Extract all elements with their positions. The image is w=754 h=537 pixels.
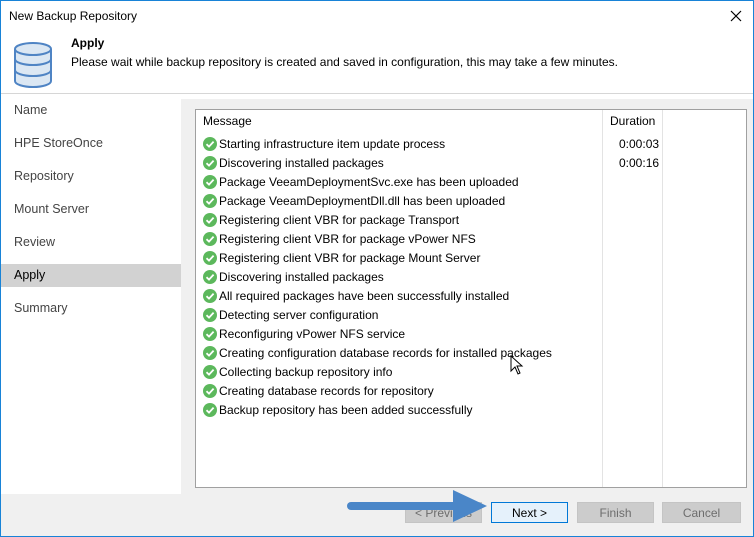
mouse-cursor-icon [510, 355, 524, 375]
success-check-icon [203, 137, 217, 151]
row-message: Creating configuration database records … [219, 346, 552, 360]
success-check-icon [203, 308, 217, 322]
row-message: Detecting server configuration [219, 308, 379, 322]
step-title: Apply [71, 36, 105, 50]
column-header-message[interactable]: Message [203, 110, 252, 132]
finish-button[interactable]: Finish [577, 502, 654, 523]
success-check-icon [203, 289, 217, 303]
table-row[interactable]: All required packages have been successf… [196, 287, 746, 306]
step-review[interactable]: Review [1, 231, 181, 254]
table-row[interactable]: Reconfiguring vPower NFS service [196, 325, 746, 344]
success-check-icon [203, 270, 217, 284]
success-check-icon [203, 365, 217, 379]
step-repository[interactable]: Repository [1, 165, 181, 188]
table-row[interactable]: Collecting backup repository info [196, 363, 746, 382]
next-button[interactable]: Next > [491, 502, 568, 523]
table-row[interactable]: Creating configuration database records … [196, 344, 746, 363]
success-check-icon [203, 384, 217, 398]
window-title: New Backup Repository [9, 9, 138, 23]
row-message: Collecting backup repository info [219, 365, 393, 379]
success-check-icon [203, 251, 217, 265]
row-message: Registering client VBR for package vPowe… [219, 232, 476, 246]
row-message: All required packages have been successf… [219, 289, 510, 303]
column-header-duration[interactable]: Duration [610, 110, 655, 132]
success-check-icon [203, 213, 217, 227]
table-row[interactable]: Discovering installed packages 0:00:16 [196, 154, 746, 173]
step-mount-server[interactable]: Mount Server [1, 198, 181, 221]
success-check-icon [203, 156, 217, 170]
row-message: Starting infrastructure item update proc… [219, 137, 446, 151]
step-apply[interactable]: Apply [1, 264, 181, 287]
success-check-icon [203, 194, 217, 208]
table-row[interactable]: Package VeeamDeploymentDll.dll has been … [196, 192, 746, 211]
step-summary[interactable]: Summary [1, 297, 181, 320]
row-message: Reconfiguring vPower NFS service [219, 327, 406, 341]
row-duration: 0:00:03 [619, 137, 660, 151]
table-row[interactable]: Starting infrastructure item update proc… [196, 135, 746, 154]
table-row[interactable]: Package VeeamDeploymentSvc.exe has been … [196, 173, 746, 192]
table-row[interactable]: Registering client VBR for package Trans… [196, 211, 746, 230]
table-row[interactable]: Detecting server configuration [196, 306, 746, 325]
success-check-icon [203, 232, 217, 246]
annotation-arrow-icon [347, 490, 487, 522]
row-message: Creating database records for repository [219, 384, 434, 398]
step-name[interactable]: Name [1, 99, 181, 122]
table-row[interactable]: Registering client VBR for package Mount… [196, 249, 746, 268]
dialog-window: New Backup Repository Apply Please wait … [0, 0, 754, 537]
table-row[interactable]: Registering client VBR for package vPowe… [196, 230, 746, 249]
table-row[interactable]: Backup repository has been added success… [196, 401, 746, 420]
database-icon [14, 42, 52, 88]
row-message: Package VeeamDeploymentSvc.exe has been … [219, 175, 519, 189]
success-check-icon [203, 175, 217, 189]
row-duration: 0:00:16 [619, 156, 660, 170]
page-header: Apply Please wait while backup repositor… [1, 31, 753, 94]
wizard-steps: Name HPE StoreOnce Repository Mount Serv… [1, 99, 181, 494]
title-bar[interactable]: New Backup Repository [1, 1, 753, 31]
step-hpe-storeonce[interactable]: HPE StoreOnce [1, 132, 181, 155]
content-area: Message Duration Starting infrastructure… [181, 99, 753, 494]
success-check-icon [203, 327, 217, 341]
row-message: Discovering installed packages [219, 270, 384, 284]
progress-log-grid[interactable]: Message Duration Starting infrastructure… [195, 109, 747, 488]
grid-header: Message Duration [196, 110, 746, 132]
close-icon [730, 10, 742, 22]
cancel-button[interactable]: Cancel [662, 502, 741, 523]
table-row[interactable]: Creating database records for repository [196, 382, 746, 401]
success-check-icon [203, 346, 217, 360]
row-message: Discovering installed packages [219, 156, 384, 170]
step-description: Please wait while backup repository is c… [71, 55, 618, 69]
row-message: Backup repository has been added success… [219, 403, 473, 417]
row-message: Package VeeamDeploymentDll.dll has been … [219, 194, 506, 208]
table-row[interactable]: Discovering installed packages [196, 268, 746, 287]
close-button[interactable] [723, 3, 749, 29]
success-check-icon [203, 403, 217, 417]
row-message: Registering client VBR for package Mount… [219, 251, 481, 265]
row-message: Registering client VBR for package Trans… [219, 213, 460, 227]
